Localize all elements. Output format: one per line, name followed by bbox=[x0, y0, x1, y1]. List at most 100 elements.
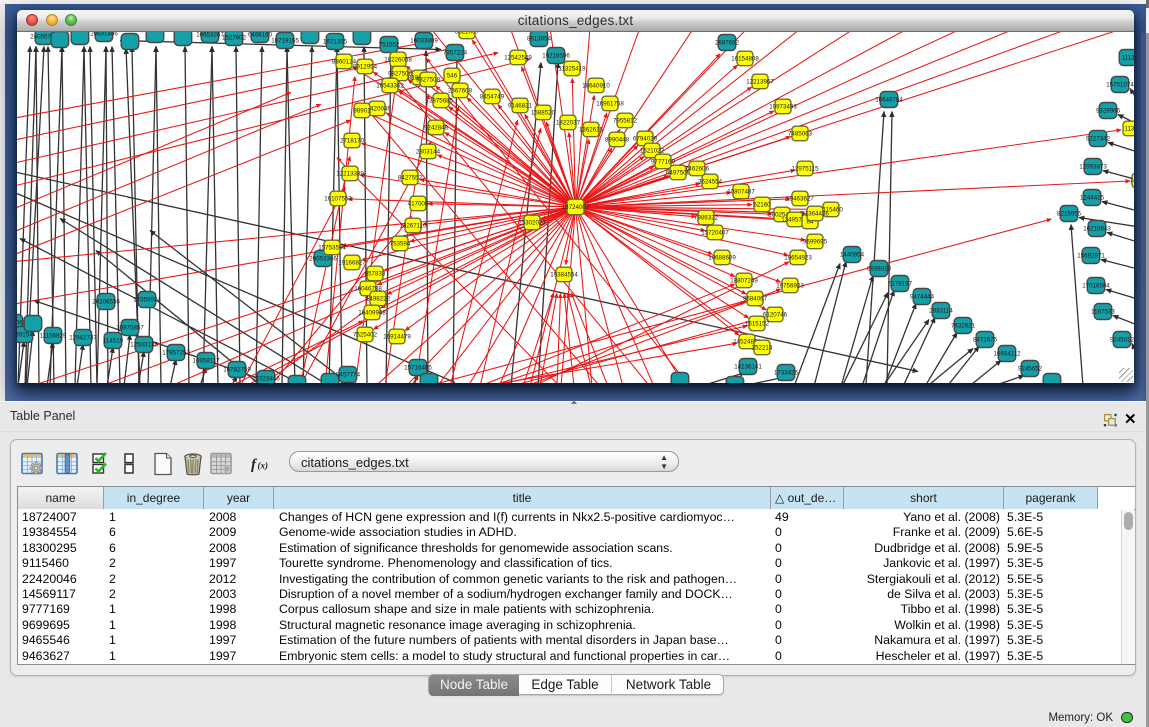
svg-text:11156829: 11156829 bbox=[40, 332, 67, 339]
svg-text:19654923: 19654923 bbox=[784, 254, 812, 261]
svg-text:9474444: 9474444 bbox=[910, 293, 935, 300]
svg-text:16543362: 16543362 bbox=[376, 82, 404, 89]
svg-text:12213389: 12213389 bbox=[336, 170, 364, 177]
svg-text:16033809: 16033809 bbox=[410, 37, 438, 44]
svg-text:7357224: 7357224 bbox=[443, 49, 468, 56]
svg-text:10653267: 10653267 bbox=[196, 32, 224, 39]
svg-text:7462606: 7462606 bbox=[685, 165, 710, 172]
svg-text:546: 546 bbox=[447, 72, 458, 79]
svg-text:14136141: 14136141 bbox=[734, 363, 762, 370]
svg-text:857833: 857833 bbox=[365, 270, 386, 277]
svg-text:114519: 114519 bbox=[103, 337, 124, 344]
svg-text:21364436: 21364436 bbox=[801, 210, 829, 217]
svg-text:98901: 98901 bbox=[353, 107, 371, 114]
svg-text:8427552: 8427552 bbox=[398, 174, 423, 181]
svg-text:7955812: 7955812 bbox=[613, 117, 638, 124]
svg-text:1615152: 1615152 bbox=[745, 320, 770, 327]
svg-text:20053346: 20053346 bbox=[309, 255, 337, 262]
svg-text:1167533: 1167533 bbox=[1091, 308, 1115, 315]
svg-text:11325419: 11325419 bbox=[558, 65, 586, 72]
svg-text:8322037: 8322037 bbox=[455, 32, 480, 36]
svg-text:10975857: 10975857 bbox=[116, 324, 144, 331]
svg-text:19384554: 19384554 bbox=[550, 271, 578, 278]
svg-text:1132: 1132 bbox=[1124, 125, 1134, 132]
svg-text:10807487: 10807487 bbox=[727, 188, 755, 195]
svg-text:6938923: 6938923 bbox=[867, 265, 892, 272]
svg-text:12542549: 12542549 bbox=[504, 54, 532, 61]
svg-text:8912954: 8912954 bbox=[353, 63, 378, 70]
svg-text:3875685: 3875685 bbox=[429, 97, 454, 104]
svg-text:252214: 252214 bbox=[752, 344, 773, 351]
svg-text:417006: 417006 bbox=[408, 200, 429, 207]
svg-text:15716485: 15716485 bbox=[404, 364, 432, 371]
svg-text:9242848: 9242848 bbox=[424, 124, 449, 131]
svg-text:16154808: 16154808 bbox=[731, 55, 759, 62]
svg-text:1362615: 1362615 bbox=[579, 126, 604, 133]
svg-text:1733426: 1733426 bbox=[774, 369, 799, 376]
svg-text:3624554: 3624554 bbox=[698, 178, 723, 185]
svg-text:39154: 39154 bbox=[17, 331, 33, 338]
svg-text:16107553: 16107553 bbox=[324, 195, 352, 202]
svg-text:17016504: 17016504 bbox=[1082, 282, 1110, 289]
svg-text:9245652: 9245652 bbox=[1018, 365, 1043, 372]
svg-text:20691406: 20691406 bbox=[90, 32, 118, 38]
svg-text:2367608: 2367608 bbox=[448, 87, 473, 94]
svg-text:15692971: 15692971 bbox=[1077, 252, 1105, 259]
svg-text:18724007: 18724007 bbox=[562, 204, 590, 211]
svg-text:17957253: 17957253 bbox=[162, 349, 190, 356]
svg-text:2933114: 2933114 bbox=[929, 307, 953, 314]
svg-text:19756923: 19756923 bbox=[776, 282, 804, 289]
svg-text:1527602: 1527602 bbox=[222, 34, 247, 41]
svg-text:1498222: 1498222 bbox=[366, 295, 391, 302]
svg-text:12093873: 12093873 bbox=[1079, 163, 1107, 170]
svg-text:6794028: 6794028 bbox=[633, 135, 658, 142]
svg-text:2687682: 2687682 bbox=[715, 39, 740, 46]
svg-text:9457774: 9457774 bbox=[336, 371, 361, 378]
svg-text:6466160: 6466160 bbox=[248, 32, 273, 39]
svg-text:7632621: 7632621 bbox=[951, 322, 976, 329]
svg-text:2718170: 2718170 bbox=[340, 137, 365, 144]
svg-text:15753594: 15753594 bbox=[318, 244, 346, 251]
svg-text:9329966: 9329966 bbox=[1096, 107, 1121, 114]
svg-text:12213967: 12213967 bbox=[746, 78, 774, 85]
svg-text:19463627: 19463627 bbox=[786, 195, 814, 202]
svg-text:12323446: 12323446 bbox=[252, 375, 280, 382]
svg-text:8215955: 8215955 bbox=[1057, 210, 1082, 217]
svg-text:9227342: 9227342 bbox=[1086, 135, 1111, 142]
svg-text:2803144: 2803144 bbox=[416, 148, 441, 155]
svg-text:16782759: 16782759 bbox=[223, 366, 251, 373]
svg-text:62160: 62160 bbox=[753, 201, 771, 208]
svg-text:748500: 748500 bbox=[1130, 177, 1134, 184]
svg-text:8471676: 8471676 bbox=[973, 336, 998, 343]
svg-text:6179197: 6179197 bbox=[888, 280, 913, 287]
svg-text:6120746: 6120746 bbox=[763, 311, 788, 318]
svg-text:10719155: 10719155 bbox=[271, 37, 299, 44]
svg-text:25302023: 25302023 bbox=[518, 219, 546, 226]
svg-text:9699695: 9699695 bbox=[803, 238, 828, 245]
svg-text:1671355: 1671355 bbox=[323, 38, 348, 45]
svg-text:12942737: 12942737 bbox=[69, 334, 97, 341]
svg-text:12975115: 12975115 bbox=[791, 165, 819, 172]
svg-text:15751074: 15751074 bbox=[1106, 81, 1134, 88]
svg-text:9777169: 9777169 bbox=[651, 158, 676, 165]
svg-text:8990448: 8990448 bbox=[605, 136, 630, 143]
svg-text:1588520: 1588520 bbox=[531, 109, 556, 116]
svg-text:751552: 751552 bbox=[379, 41, 400, 48]
svg-text:1112: 1112 bbox=[1122, 54, 1134, 61]
svg-text:10973493: 10973493 bbox=[769, 103, 797, 110]
svg-text:1440954: 1440954 bbox=[840, 251, 865, 258]
svg-text:16961758: 16961758 bbox=[596, 100, 624, 107]
svg-text:16409948: 16409948 bbox=[358, 309, 386, 316]
svg-text:17359924: 17359924 bbox=[133, 296, 161, 303]
svg-text:9684067: 9684067 bbox=[743, 295, 768, 302]
svg-text:18640910: 18640910 bbox=[582, 82, 610, 89]
svg-text:18226058: 18226058 bbox=[384, 56, 412, 63]
svg-text:7485063: 7485063 bbox=[788, 130, 813, 137]
svg-text:753594: 753594 bbox=[390, 240, 411, 247]
svg-text:19218506: 19218506 bbox=[542, 52, 570, 59]
svg-text:9327508: 9327508 bbox=[416, 76, 441, 83]
svg-text:(x): (x) bbox=[258, 461, 269, 471]
svg-text:8454749: 8454749 bbox=[480, 93, 505, 100]
svg-text:16210643: 16210643 bbox=[1083, 225, 1111, 232]
svg-text:10958117: 10958117 bbox=[192, 357, 220, 364]
